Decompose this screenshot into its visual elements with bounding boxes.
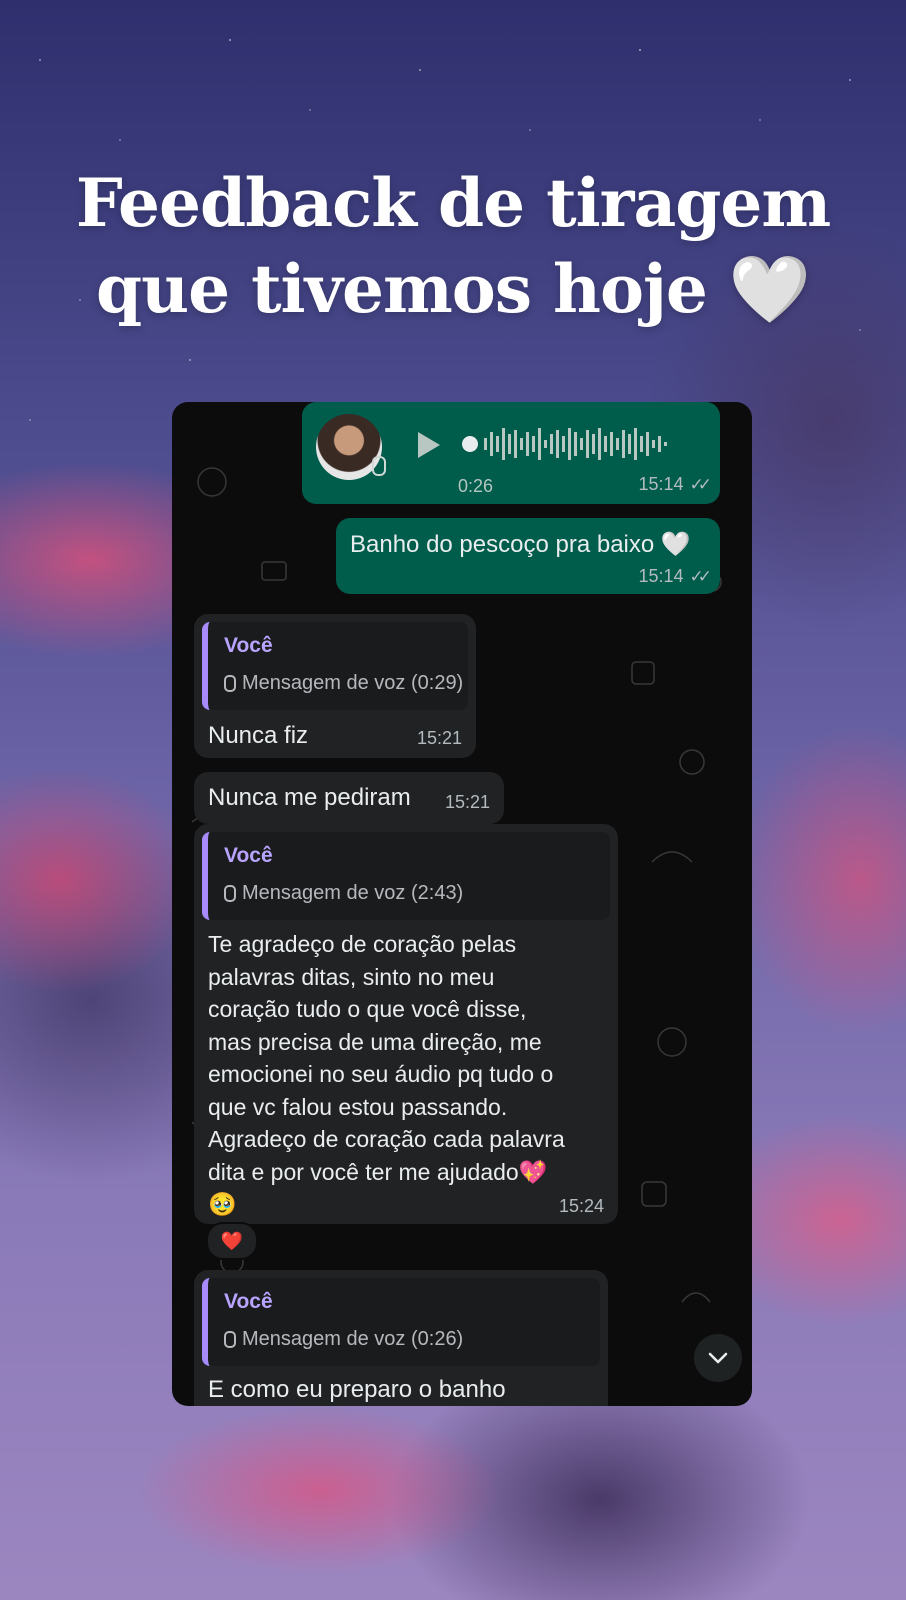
- quote-voice-label: Mensagem de voz (2:43): [224, 882, 463, 905]
- mic-icon: [372, 456, 386, 476]
- message-meta: 15:14 ✓✓: [638, 474, 712, 495]
- message-text-body: Banho do pescoço pra baixo: [350, 531, 655, 558]
- white-heart-emoji: 🤍: [660, 531, 691, 558]
- message-text: Nunca fiz: [208, 722, 309, 749]
- quote-author: Você: [224, 844, 273, 867]
- message-time: 15:24: [558, 1196, 604, 1216]
- message-line: palavras ditas, sinto no meu: [208, 963, 495, 990]
- chevron-down-icon: [708, 1352, 728, 1364]
- mic-icon: [224, 885, 236, 902]
- quote-author: Você: [224, 1290, 273, 1313]
- message-line: mas precisa de uma direção, me: [208, 1028, 542, 1055]
- message-text: Nunca me pediram: [208, 784, 411, 811]
- scroll-down-button[interactable]: [694, 1334, 742, 1382]
- quoted-message[interactable]: Você Mensagem de voz (0:29): [202, 622, 468, 710]
- double-check-icon: ✓✓: [689, 566, 712, 586]
- message-line: emocionei no seu áudio pq tudo o: [208, 1061, 554, 1087]
- chat-screenshot: 0:26 15:14 ✓✓ Banho do pescoço pra baixo…: [172, 402, 752, 1406]
- message-line: Te agradeço de coração pelas: [208, 931, 517, 957]
- mic-icon: [224, 1331, 236, 1348]
- message-text: E como eu preparo o banho: [208, 1376, 506, 1403]
- quote-text: Mensagem de voz (0:29): [242, 672, 464, 694]
- mic-icon: [224, 675, 236, 692]
- voice-duration: 0:26: [458, 476, 494, 496]
- outgoing-voice-message[interactable]: 0:26 15:14 ✓✓: [302, 402, 720, 504]
- incoming-reply-message[interactable]: Você Mensagem de voz (0:29) Nunca fiz 15…: [194, 614, 476, 758]
- message-line: 🥹: [208, 1191, 237, 1217]
- quote-author: Você: [224, 634, 273, 657]
- message-text: Te agradeço de coração pelas palavras di…: [208, 928, 565, 1221]
- incoming-reply-message[interactable]: Você Mensagem de voz (2:43) Te agradeço …: [194, 824, 618, 1224]
- quote-text: Mensagem de voz (2:43): [242, 882, 464, 904]
- double-check-icon: ✓✓: [689, 474, 712, 494]
- incoming-text-message[interactable]: Nunca me pediram 15:21: [194, 772, 504, 824]
- message-time: 15:14: [638, 566, 684, 586]
- message-time: 15:21: [444, 792, 490, 812]
- play-icon[interactable]: [418, 432, 440, 458]
- message-text: Banho do pescoço pra baixo 🤍: [350, 530, 691, 559]
- message-line: que vc falou estou passando.: [208, 1093, 508, 1120]
- message-meta: 15:14 ✓✓: [638, 566, 712, 587]
- quote-voice-label: Mensagem de voz (0:26): [224, 1328, 463, 1351]
- story-headline: Feedback de tiragem que tivemos hoje 🤍: [0, 160, 906, 332]
- quote-text: Mensagem de voz (0:26): [242, 1328, 464, 1350]
- headline-line-2-text: que tivemos hoje: [95, 250, 708, 328]
- white-heart-emoji: 🤍: [728, 250, 811, 328]
- message-time: 15:14: [638, 474, 684, 494]
- audio-waveform[interactable]: [462, 424, 692, 464]
- incoming-reply-message[interactable]: Você Mensagem de voz (0:26) E como eu pr…: [194, 1270, 608, 1406]
- reaction-badge[interactable]: ❤️: [206, 1222, 258, 1260]
- outgoing-text-message[interactable]: Banho do pescoço pra baixo 🤍 15:14 ✓✓: [336, 518, 720, 594]
- quoted-message[interactable]: Você Mensagem de voz (0:26): [202, 1278, 600, 1366]
- message-line: dita e por você ter me ajudado💖: [208, 1158, 548, 1185]
- headline-line-2: que tivemos hoje 🤍: [0, 246, 906, 332]
- message-line: Agradeço de coração cada palavra: [208, 1126, 565, 1152]
- red-heart-emoji: ❤️: [220, 1230, 244, 1251]
- quoted-message[interactable]: Você Mensagem de voz (2:43): [202, 832, 610, 920]
- quote-voice-label: Mensagem de voz (0:29): [224, 672, 463, 695]
- message-line: coração tudo o que você disse,: [208, 996, 527, 1022]
- message-time: 15:21: [416, 728, 462, 748]
- headline-line-1: Feedback de tiragem: [75, 164, 831, 242]
